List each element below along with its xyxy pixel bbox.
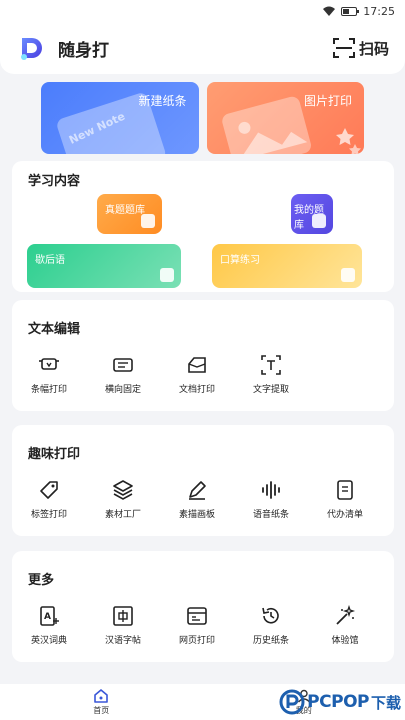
- document-print-label: 文档打印: [178, 385, 215, 395]
- history-note-item[interactable]: 历史纸条: [234, 605, 308, 646]
- experience-hall-item[interactable]: 体验馆: [308, 605, 382, 646]
- text-edit-icons: 条幅打印 横向固定 文档打印 文字提取: [12, 354, 394, 395]
- checklist-icon: [337, 480, 353, 500]
- more-icons: A 英汉词典 汉语字帖 网页打印 历史纸条 体验馆: [12, 605, 394, 646]
- todo-list-item[interactable]: 代办清单: [308, 479, 382, 520]
- banner-print-label: 条幅打印: [30, 385, 67, 395]
- layers-icon: [113, 480, 133, 500]
- text-extract-item[interactable]: 文字提取: [234, 354, 308, 395]
- document-icon: [188, 357, 206, 373]
- watermark-brand: PCPOP: [307, 692, 369, 712]
- history-note-label: 历史纸条: [252, 636, 289, 646]
- sketch-board-item[interactable]: 素描画板: [160, 479, 234, 520]
- web-print-item[interactable]: 网页打印: [160, 605, 234, 646]
- material-factory-label: 素材工厂: [104, 510, 141, 520]
- history-icon: [262, 607, 279, 624]
- wifi-icon: [323, 6, 336, 16]
- magic-icon: [336, 605, 356, 625]
- idiom-icon: [160, 268, 174, 282]
- fun-print-icons: 标签打印 素材工厂 素描画板 语音纸条 代办清单: [12, 479, 394, 520]
- text-extract-label: 文字提取: [252, 385, 289, 395]
- nav-home-label: 首页: [93, 705, 110, 715]
- web-icon: [187, 607, 207, 625]
- voice-icon: [262, 481, 280, 499]
- text-edit-title: 文本编辑: [28, 322, 81, 337]
- study-content-title: 学习内容: [28, 174, 81, 189]
- todo-list-label: 代办清单: [326, 510, 363, 520]
- scan-label: 扫码: [358, 39, 389, 58]
- my-bank-tile[interactable]: 我的题库: [291, 194, 333, 234]
- more-card: 更多 A 英汉词典 汉语字帖 网页打印 历史纸条 体验馆: [12, 551, 394, 662]
- web-print-label: 网页打印: [178, 636, 215, 646]
- mental-math-tile[interactable]: 口算练习: [212, 244, 362, 288]
- dictionary-icon: A: [40, 606, 59, 626]
- dice-icon: [341, 268, 355, 282]
- new-note-label: 新建纸条: [138, 94, 187, 108]
- exam-bank-tile[interactable]: 真题题库: [97, 194, 162, 234]
- chinese-copybook-item[interactable]: 汉语字帖: [86, 605, 160, 646]
- copybook-icon: [113, 606, 133, 626]
- nav-home[interactable]: 首页: [0, 688, 203, 716]
- exam-bank-label: 真题题库: [105, 205, 145, 216]
- svg-text:A: A: [44, 612, 51, 622]
- image-print-banner[interactable]: 图片打印: [206, 82, 364, 154]
- landscape-fixed-item[interactable]: 横向固定: [86, 354, 160, 395]
- voice-note-item[interactable]: 语音纸条: [234, 479, 308, 520]
- idioms-tile[interactable]: 歇后语: [27, 244, 181, 288]
- pen-icon: [189, 481, 206, 500]
- note-icon: [312, 214, 326, 228]
- fun-print-title: 趣味打印: [28, 447, 81, 462]
- image-print-label: 图片打印: [303, 94, 352, 108]
- label-print-label: 标签打印: [30, 510, 67, 520]
- voice-note-label: 语音纸条: [252, 510, 289, 520]
- pcpop-watermark: PCPOP 下载: [279, 684, 401, 720]
- tag-icon: [40, 481, 58, 499]
- app-title: 随身打: [58, 40, 109, 61]
- status-time: 17:25: [363, 4, 395, 18]
- study-content-card: 学习内容 真题题库 我的题库 歇后语 口算练习: [12, 161, 394, 292]
- banner-print-item[interactable]: 条幅打印: [12, 354, 86, 395]
- scan-button[interactable]: 扫码: [332, 38, 389, 59]
- app-header: 随身打 扫码: [0, 22, 405, 74]
- scan-icon: [332, 38, 355, 58]
- battery-icon: [341, 6, 360, 16]
- watermark-suffix: 下载: [370, 693, 401, 712]
- landscape-fixed-label: 横向固定: [104, 385, 141, 395]
- mental-math-label: 口算练习: [220, 255, 260, 266]
- banner-row: New Note 新建纸条 图片打印: [41, 82, 364, 154]
- book-icon: [141, 214, 155, 228]
- document-print-item[interactable]: 文档打印: [160, 354, 234, 395]
- app-logo-icon: [21, 38, 42, 60]
- label-print-item[interactable]: 标签打印: [12, 479, 86, 520]
- chinese-copybook-label: 汉语字帖: [104, 636, 141, 646]
- text-extract-icon: [261, 355, 281, 375]
- pcpop-logo-icon: [279, 689, 305, 715]
- en-cn-dictionary-item[interactable]: A 英汉词典: [12, 605, 86, 646]
- en-cn-dictionary-label: 英汉词典: [30, 636, 67, 646]
- banner-icon: [39, 358, 59, 370]
- new-note-banner[interactable]: New Note 新建纸条: [41, 82, 199, 154]
- sketch-board-label: 素描画板: [178, 510, 215, 520]
- landscape-icon: [113, 358, 133, 372]
- idioms-label: 歇后语: [35, 255, 65, 266]
- text-edit-card: 文本编辑 条幅打印 横向固定 文档打印 文字提取: [12, 300, 394, 411]
- material-factory-item[interactable]: 素材工厂: [86, 479, 160, 520]
- home-icon: [94, 688, 109, 703]
- more-title: 更多: [28, 573, 55, 588]
- experience-hall-label: 体验馆: [331, 636, 359, 646]
- status-bar: 17:25: [0, 0, 405, 22]
- fun-print-card: 趣味打印 标签打印 素材工厂 素描画板 语音纸条 代办清单: [12, 425, 394, 536]
